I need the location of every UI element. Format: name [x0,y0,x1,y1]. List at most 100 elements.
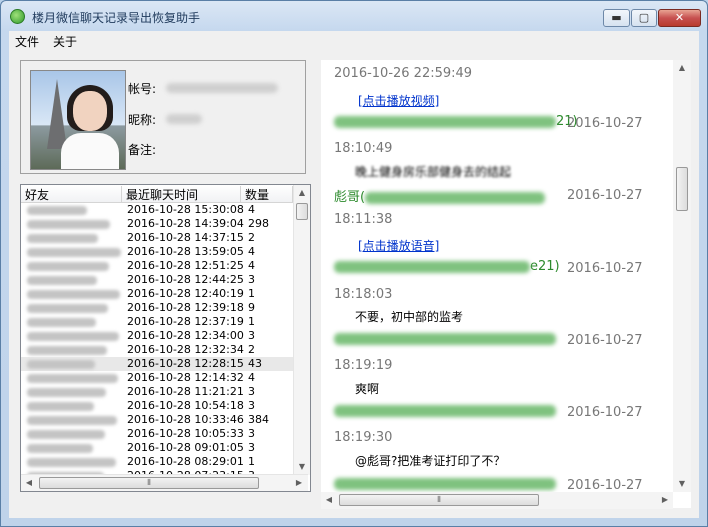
play-video-link[interactable]: [点击播放视频] [358,92,439,109]
friend-name-redacted [27,402,94,411]
friend-name-redacted [27,458,116,467]
contacts-horizontal-scrollbar[interactable]: ◀ ⦀ ▶ [21,474,308,491]
list-rows: 2016-10-28 15:30:08 4 2016-10-28 14:39:04 2… [21,203,293,491]
friend-name-redacted [27,220,110,229]
menu-file[interactable]: 文件 [15,33,39,50]
chat-vertical-scrollbar[interactable]: ▲ ▼ [673,60,691,492]
last-chat-time: 2016-10-28 14:37:15 [127,231,244,244]
message-date: 2016-10-27 [567,116,643,131]
last-chat-time: 2016-10-28 12:37:19 [127,315,244,328]
play-voice-link[interactable]: [点击播放语音] [358,237,439,254]
last-chat-time: 2016-10-28 12:14:32 [127,371,244,384]
last-chat-time: 2016-10-28 10:54:18 [127,399,244,412]
contacts-vertical-scrollbar[interactable]: ▲ ▼ [293,185,310,475]
message-count: 3 [248,399,255,412]
table-row[interactable]: 2016-10-28 09:01:05 3 [21,441,293,455]
friend-name-redacted [27,276,97,285]
chat-horizontal-scrollbar[interactable]: ◀ ⦀ ▶ [321,492,673,509]
header-friend[interactable]: 好友 [21,186,122,202]
message-count: 3 [248,273,255,286]
message-text: @彪哥?把准考证打印了不？ [355,454,506,468]
message-count: 1 [248,455,255,468]
friend-name-redacted [27,416,117,425]
message-timestamp: 18:19:30 [334,430,393,445]
title-bar: 楼月微信聊天记录导出恢复助手 ▬ ▢ ✕ [1,1,707,31]
message-count: 3 [248,441,255,454]
message-timestamp: 18:18:03 [334,287,393,302]
account-value-redacted [166,83,278,93]
contacts-list[interactable]: 好友 最近聊天时间 数量 2016-10-28 15:30:08 4 2016-10… [20,184,311,492]
table-row[interactable]: 2016-10-28 15:30:08 4 [21,203,293,217]
table-row[interactable]: 2016-10-28 12:39:18 9 [21,301,293,315]
table-row[interactable]: 2016-10-28 12:37:19 1 [21,315,293,329]
friend-name-redacted [27,248,121,257]
menu-bar: 文件 关于 [9,31,699,50]
table-row[interactable]: 2016-10-28 11:21:21 3 [21,385,293,399]
menu-about[interactable]: 关于 [53,33,77,50]
scroll-down-icon[interactable]: ▼ [294,459,310,475]
window-title: 楼月微信聊天记录导出恢复助手 [32,11,201,25]
message-sender [334,476,556,491]
chat-panel[interactable]: 2016-10-26 22:59:49 [点击播放视频] 21) 2016-10… [321,60,691,508]
friend-name-redacted [27,430,105,439]
last-chat-time: 2016-10-28 13:59:05 [127,245,244,258]
message-timestamp: 2016-10-26 22:59:49 [334,66,473,81]
table-row[interactable]: 2016-10-28 12:32:34 2 [21,343,293,357]
minimize-button[interactable]: ▬ [603,9,630,27]
scroll-left-icon[interactable]: ◀ [321,492,337,508]
table-row[interactable]: 2016-10-28 10:33:46 384 [21,413,293,427]
message-date: 2016-10-27 [567,478,643,493]
maximize-button[interactable]: ▢ [631,9,657,27]
message-count: 4 [248,203,255,216]
table-row[interactable]: 2016-10-28 12:51:25 4 [21,259,293,273]
friend-name-redacted [27,290,120,299]
table-row[interactable]: 2016-10-28 12:28:15 43 [21,357,293,371]
scroll-up-icon[interactable]: ▲ [674,60,690,76]
table-row[interactable]: 2016-10-28 13:59:05 4 [21,245,293,259]
last-chat-time: 2016-10-28 12:28:15 [127,357,244,370]
friend-name-redacted [27,234,98,243]
message-date: 2016-10-27 [567,333,643,348]
message-timestamp: 18:11:38 [334,212,393,227]
scroll-thumb[interactable] [676,167,688,211]
table-row[interactable]: 2016-10-28 12:40:19 1 [21,287,293,301]
list-header: 好友 最近聊天时间 数量 [21,185,293,203]
scroll-right-icon[interactable]: ▶ [657,492,673,508]
nickname-value-redacted [166,114,202,124]
scroll-right-icon[interactable]: ▶ [291,475,307,491]
table-row[interactable]: 2016-10-28 08:29:01 1 [21,455,293,469]
table-row[interactable]: 2016-10-28 14:37:15 2 [21,231,293,245]
table-row[interactable]: 2016-10-28 12:34:00 3 [21,329,293,343]
header-last-chat-time[interactable]: 最近聊天时间 [122,186,241,202]
message-text: 晚上健身房乐部健身去的结起 [355,165,512,179]
remark-label: 备注: [128,143,157,157]
close-button[interactable]: ✕ [658,9,701,27]
scroll-up-icon[interactable]: ▲ [294,185,310,201]
client-area: 帐号: 昵称: 备注: 好友 最近聊天时间 数量 2016-10-28 15:3… [9,50,699,518]
message-sender [334,403,556,418]
message-sender: e21) [334,259,560,274]
scroll-left-icon[interactable]: ◀ [21,475,37,491]
message-count: 1 [248,287,255,300]
table-row[interactable]: 2016-10-28 12:44:25 3 [21,273,293,287]
friend-name-redacted [27,206,87,215]
table-row[interactable]: 2016-10-28 14:39:04 298 [21,217,293,231]
message-count: 2 [248,343,255,356]
message-count: 9 [248,301,255,314]
table-row[interactable]: 2016-10-28 10:05:33 3 [21,427,293,441]
message-count: 4 [248,245,255,258]
h-scroll-thumb[interactable]: ⦀ [39,477,259,489]
table-row[interactable]: 2016-10-28 12:14:32 4 [21,371,293,385]
friend-name-redacted [27,444,93,453]
scroll-thumb[interactable] [296,203,308,220]
table-row[interactable]: 2016-10-28 10:54:18 3 [21,399,293,413]
header-count[interactable]: 数量 [241,186,293,202]
message-date: 2016-10-27 [567,188,643,203]
tower-shape [47,79,67,149]
nickname-label: 昵称: [128,113,157,127]
message-count: 4 [248,259,255,272]
account-label: 帐号: [128,82,157,96]
scroll-down-icon[interactable]: ▼ [674,476,690,492]
h-scroll-thumb[interactable]: ⦀ [339,494,539,506]
message-timestamp: 18:19:19 [334,358,393,373]
